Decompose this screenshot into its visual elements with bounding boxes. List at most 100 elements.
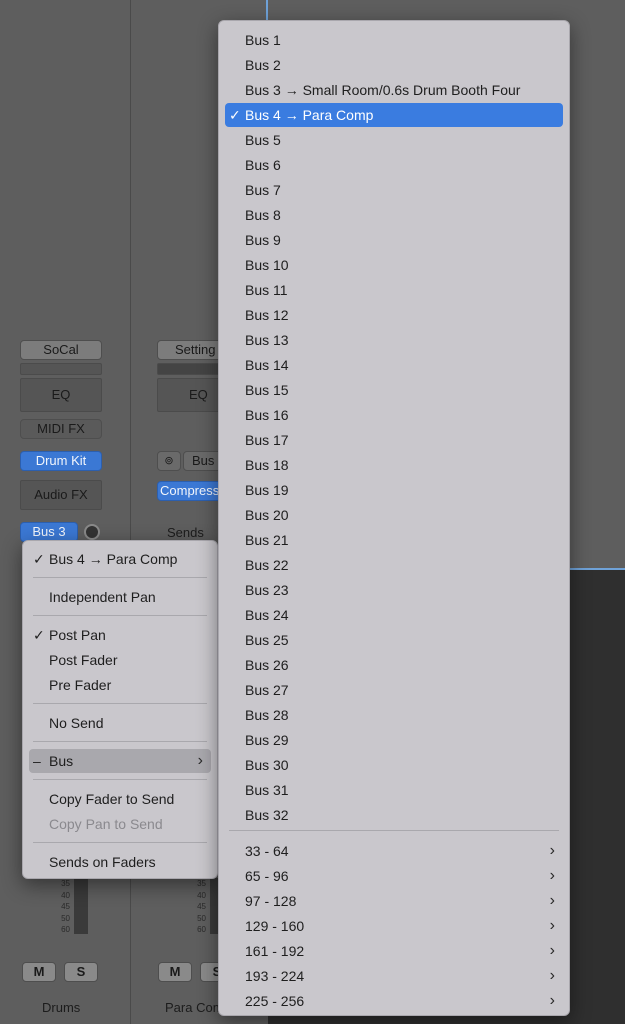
bus-menu-item-8[interactable]: Bus 8 xyxy=(225,203,563,227)
send-menu-item-sends-on-faders[interactable]: Sends on Faders xyxy=(29,850,211,874)
menu-item-label: 193 - 224 xyxy=(245,968,305,984)
scale-label: 50 xyxy=(197,913,206,923)
menu-item-label: Post Pan xyxy=(49,627,106,643)
selection-line xyxy=(266,0,268,20)
bus-menu-item-10[interactable]: Bus 10 xyxy=(225,253,563,277)
bus-menu-item-22[interactable]: Bus 22 xyxy=(225,553,563,577)
menu-item-label: Bus 25 xyxy=(245,632,289,648)
bus-menu-item-31[interactable]: Bus 31 xyxy=(225,778,563,802)
bus-range-submenu-65-96[interactable]: 65 - 96 › xyxy=(225,864,563,888)
menu-item-label: Bus 3 → Small Room/0.6s Drum Booth Four xyxy=(245,82,521,98)
send-menu-item-copy-fader-to-send[interactable]: Copy Fader to Send xyxy=(29,787,211,811)
menu-item-label: Bus 11 xyxy=(245,282,288,298)
bus-menu-item-19[interactable]: Bus 19 xyxy=(225,478,563,502)
menu-item-label: Post Fader xyxy=(49,652,118,668)
bus-submenu: Bus 1 Bus 2 Bus 3 → Small Room/0.6s Drum B… xyxy=(218,20,570,1016)
bus-range-submenu-97-128[interactable]: 97 - 128 › xyxy=(225,889,563,913)
bus-menu-item-11[interactable]: Bus 11 xyxy=(225,278,563,302)
bus-range-submenu-33-64[interactable]: 33 - 64 › xyxy=(225,839,563,863)
bus-menu-item-3[interactable]: Bus 3 → Small Room/0.6s Drum Booth Four xyxy=(225,78,563,102)
bus-menu-item-14[interactable]: Bus 14 xyxy=(225,353,563,377)
midi-fx-slot[interactable]: MIDI FX xyxy=(20,419,102,439)
send-menu-item-independent-pan[interactable]: Independent Pan xyxy=(29,585,211,609)
menu-separator xyxy=(33,703,207,704)
menu-item-label: Bus 24 xyxy=(245,607,289,623)
bus-range-submenu-161-192[interactable]: 161 - 192 › xyxy=(225,939,563,963)
scale-label: 40 xyxy=(61,890,70,900)
bus-menu-item-18[interactable]: Bus 18 xyxy=(225,453,563,477)
bus-menu-item-15[interactable]: Bus 15 xyxy=(225,378,563,402)
chevron-right-icon: › xyxy=(549,842,555,859)
bus-range-submenu-193-224[interactable]: 193 - 224 › xyxy=(225,964,563,988)
checkmark-icon: ✓ xyxy=(33,627,45,643)
menu-item-label: Bus 6 xyxy=(245,157,281,173)
bus-menu-item-5[interactable]: Bus 5 xyxy=(225,128,563,152)
scale-label: 50 xyxy=(61,913,70,923)
menu-item-label: Bus 29 xyxy=(245,732,289,748)
bus-menu-item-17[interactable]: Bus 17 xyxy=(225,428,563,452)
menu-item-label: Bus 32 xyxy=(245,807,289,823)
bus-menu-item-9[interactable]: Bus 9 xyxy=(225,228,563,252)
mute-button[interactable]: M xyxy=(158,962,192,982)
menu-item-label: Bus 23 xyxy=(245,582,289,598)
mute-button[interactable]: M xyxy=(22,962,56,982)
menu-item-label: Bus 2 xyxy=(245,57,281,73)
menu-item-label: 161 - 192 xyxy=(245,943,305,959)
bus-menu-item-12[interactable]: Bus 12 xyxy=(225,303,563,327)
send-menu-item-pre-fader[interactable]: Pre Fader xyxy=(29,673,211,697)
bus-menu-item-24[interactable]: Bus 24 xyxy=(225,603,563,627)
chevron-right-icon: › xyxy=(549,942,555,959)
bus-menu-item-4[interactable]: ✓ Bus 4 → Para Comp xyxy=(225,103,563,127)
level-meter xyxy=(74,878,88,934)
menu-item-label: Bus 4 → Para Comp xyxy=(49,551,178,567)
bus-menu-item-30[interactable]: Bus 30 xyxy=(225,753,563,777)
send-menu-item-bus-4-para-comp[interactable]: ✓ Bus 4 → Para Comp xyxy=(29,547,211,571)
bus-menu-item-28[interactable]: Bus 28 xyxy=(225,703,563,727)
bus-menu-item-16[interactable]: Bus 16 xyxy=(225,403,563,427)
bus-range-submenu-225-256[interactable]: 225 - 256 › xyxy=(225,989,563,1013)
bus-menu-item-21[interactable]: Bus 21 xyxy=(225,528,563,552)
bus-menu-item-26[interactable]: Bus 26 xyxy=(225,653,563,677)
eq-button[interactable]: EQ xyxy=(20,378,102,412)
chevron-right-icon: › xyxy=(549,867,555,884)
bus-menu-item-6[interactable]: Bus 6 xyxy=(225,153,563,177)
menu-item-label: Bus 27 xyxy=(245,682,289,698)
bus-menu-item-25[interactable]: Bus 25 xyxy=(225,628,563,652)
send-menu-item-post-fader[interactable]: Post Fader xyxy=(29,648,211,672)
send-menu-item-post-pan[interactable]: ✓ Post Pan xyxy=(29,623,211,647)
menu-item-label: Bus 8 xyxy=(245,207,281,223)
menu-item-label: Bus 4 → Para Comp xyxy=(245,107,374,123)
chevron-right-icon: › xyxy=(549,917,555,934)
checkmark-icon: ✓ xyxy=(229,107,241,123)
bus-menu-item-27[interactable]: Bus 27 xyxy=(225,678,563,702)
menu-item-label: Copy Fader to Send xyxy=(49,791,175,807)
bus-menu-item-23[interactable]: Bus 23 xyxy=(225,578,563,602)
menu-item-label: Bus 12 xyxy=(245,307,289,323)
send-menu-item-bus[interactable]: – Bus › xyxy=(29,749,211,773)
bus-menu-item-13[interactable]: Bus 13 xyxy=(225,328,563,352)
link-icon[interactable]: ⊚ xyxy=(157,451,181,471)
bus-menu-item-20[interactable]: Bus 20 xyxy=(225,503,563,527)
menu-item-label: No Send xyxy=(49,715,104,731)
bus-menu-item-2[interactable]: Bus 2 xyxy=(225,53,563,77)
menu-item-label: Bus 5 xyxy=(245,132,281,148)
send-menu-item-no-send[interactable]: No Send xyxy=(29,711,211,735)
menu-item-label: Bus 9 xyxy=(245,232,281,248)
audio-fx-slot[interactable]: Audio FX xyxy=(20,480,102,510)
track-name[interactable]: Drums xyxy=(42,1000,80,1015)
menu-item-label: Bus 19 xyxy=(245,482,289,498)
send-slot[interactable]: Bus 3 xyxy=(20,522,78,542)
chevron-right-icon: › xyxy=(197,752,203,769)
menu-item-label: Bus 16 xyxy=(245,407,289,423)
solo-button[interactable]: S xyxy=(64,962,98,982)
bus-menu-item-32[interactable]: Bus 32 xyxy=(225,803,563,827)
bus-menu-item-29[interactable]: Bus 29 xyxy=(225,728,563,752)
bus-menu-item-1[interactable]: Bus 1 xyxy=(225,28,563,52)
instrument-slot[interactable]: Drum Kit xyxy=(20,451,102,471)
chevron-right-icon: › xyxy=(549,967,555,984)
send-level-knob[interactable] xyxy=(84,524,100,540)
checkmark-icon: ✓ xyxy=(33,551,45,567)
bus-menu-item-7[interactable]: Bus 7 xyxy=(225,178,563,202)
bus-range-submenu-129-160[interactable]: 129 - 160 › xyxy=(225,914,563,938)
setting-button[interactable]: SoCal xyxy=(20,340,102,360)
